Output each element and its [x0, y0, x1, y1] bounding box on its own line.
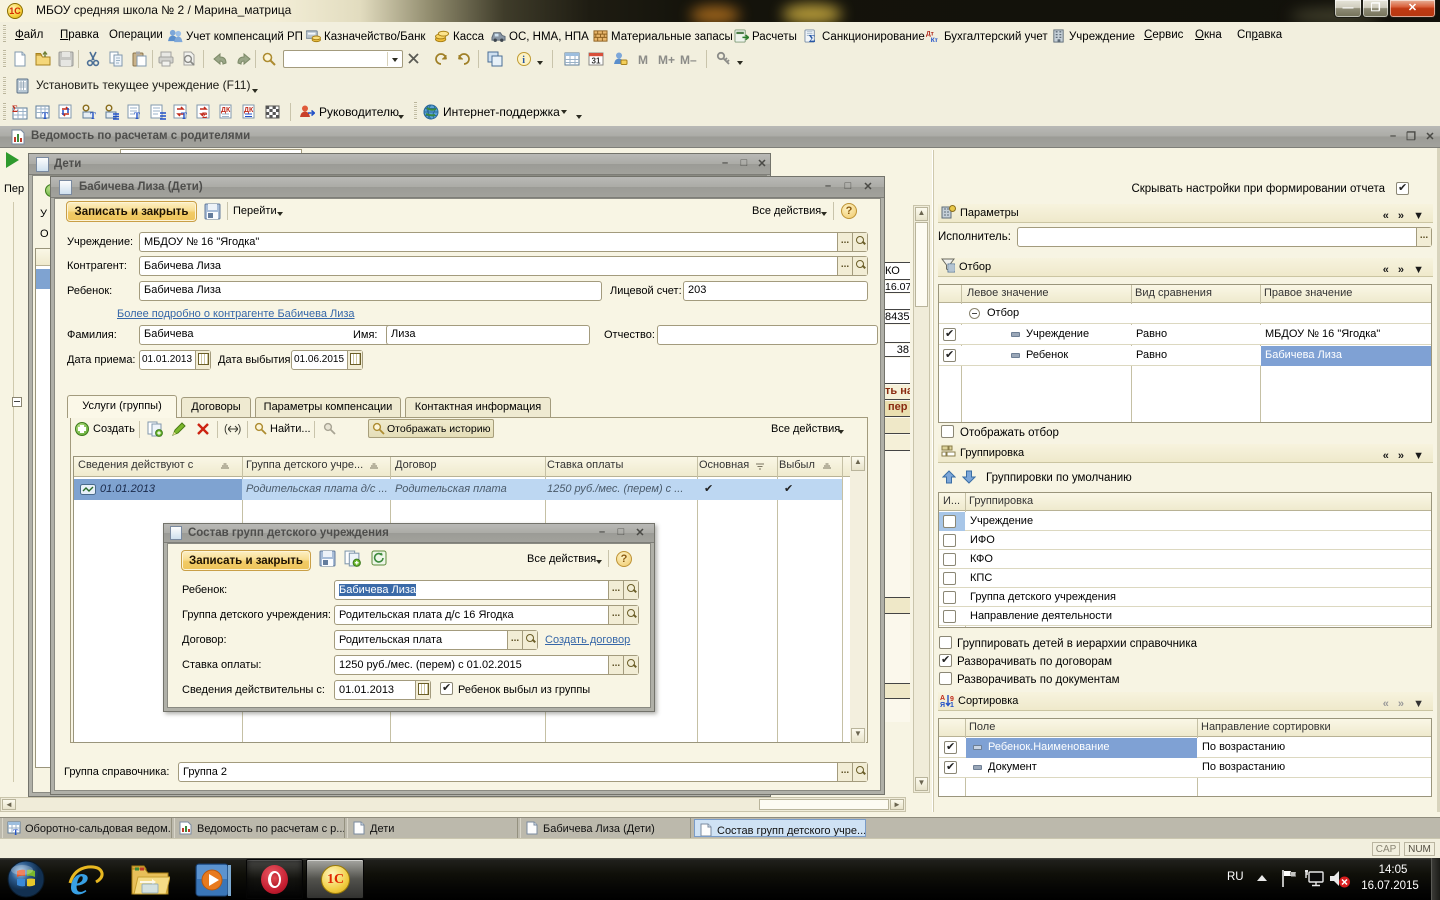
- svg-text:Σ: Σ: [809, 34, 816, 43]
- svg-text:T: T: [181, 111, 187, 120]
- svg-text:ДК: ДК: [244, 107, 254, 114]
- svg-text:i: i: [522, 55, 525, 66]
- svg-text:T: T: [13, 828, 19, 835]
- svg-text:1: 1: [950, 702, 954, 707]
- svg-text:Кт: Кт: [931, 37, 939, 43]
- svg-text:Я: Я: [940, 702, 945, 707]
- svg-text:31: 31: [592, 57, 601, 66]
- svg-text:Σ: Σ: [202, 111, 207, 120]
- svg-text:ДК: ДК: [221, 107, 231, 114]
- svg-text:Σ: Σ: [12, 104, 18, 114]
- svg-text:А: А: [940, 695, 945, 702]
- svg-text:T: T: [90, 111, 96, 120]
- svg-text:T: T: [134, 111, 140, 120]
- svg-text:T: T: [42, 111, 48, 120]
